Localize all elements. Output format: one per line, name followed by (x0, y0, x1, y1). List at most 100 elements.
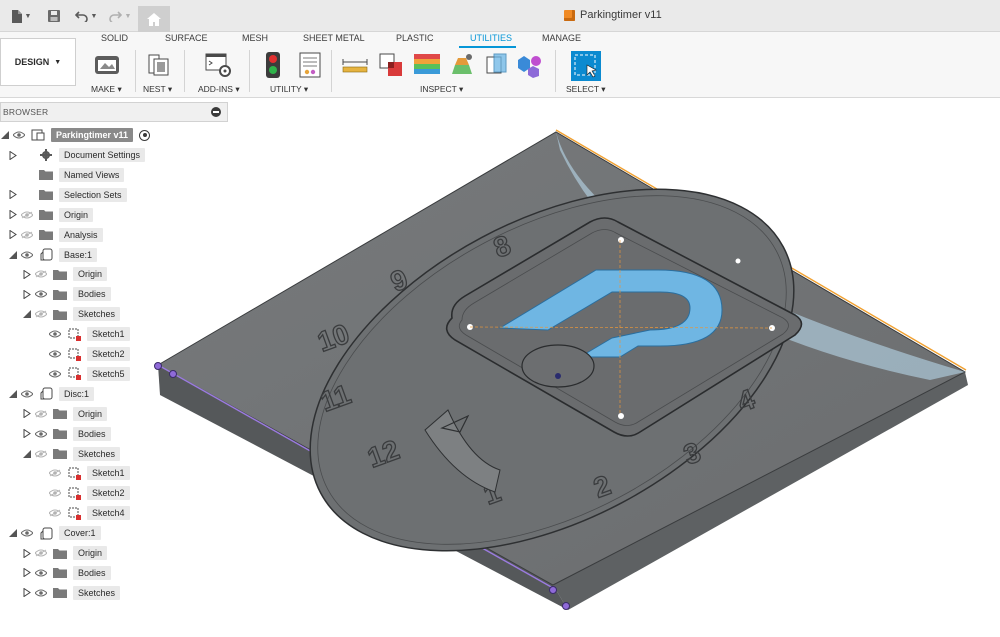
make-3d-print-button[interactable] (92, 50, 122, 80)
tab-solid[interactable]: SOLID (101, 33, 128, 43)
draft-analysis-button[interactable] (447, 50, 477, 80)
nest-group-label[interactable]: NEST ▾ (143, 84, 172, 95)
sketch-point[interactable] (735, 258, 741, 264)
tree-expanded-icon[interactable] (8, 246, 18, 264)
browser-tree-item[interactable]: Origin (22, 265, 108, 283)
browser-tree-item[interactable]: Bodies (22, 564, 111, 582)
visibility-hidden-eye-icon[interactable] (34, 409, 48, 419)
tree-expanded-icon[interactable] (22, 305, 32, 323)
tree-collapsed-icon[interactable] (22, 285, 32, 303)
sketch-point[interactable] (618, 237, 624, 243)
tree-collapsed-icon[interactable] (8, 226, 18, 244)
tree-collapsed-icon[interactable] (8, 186, 18, 204)
visibility-hidden-eye-icon[interactable] (34, 548, 48, 558)
curvature-comb-button[interactable] (412, 50, 442, 80)
browser-tree-item[interactable]: Selection Sets (8, 186, 127, 204)
scripts-addins-button[interactable] (203, 50, 233, 80)
visibility-hidden-eye-icon[interactable] (34, 309, 48, 319)
tree-expanded-icon[interactable] (8, 524, 18, 542)
tree-collapsed-icon[interactable] (22, 564, 32, 582)
nest-button[interactable] (144, 50, 174, 80)
section-analysis-button[interactable] (482, 50, 512, 80)
tree-collapsed-icon[interactable] (22, 544, 32, 562)
tree-collapsed-icon[interactable] (22, 265, 32, 283)
undo-button[interactable]: ▼ (72, 0, 100, 32)
corner-vertex[interactable] (549, 586, 557, 594)
visibility-eye-icon[interactable] (34, 429, 48, 439)
browser-tree-item[interactable]: Cover:1 (8, 524, 101, 542)
home-tab[interactable] (138, 6, 170, 32)
browser-tree-item[interactable]: Sketch2 (36, 484, 130, 502)
3d-viewport[interactable]: 8 9 10 11 12 1 2 3 4 5 6 7 P (150, 122, 1000, 637)
visibility-eye-icon[interactable] (20, 389, 34, 399)
measure-button[interactable] (340, 50, 370, 80)
active-component-radio-icon[interactable] (139, 129, 151, 141)
visibility-eye-icon[interactable] (34, 568, 48, 578)
browser-root-row[interactable]: Parkingtimer v11 (0, 126, 151, 144)
component-color-button[interactable] (517, 50, 547, 80)
compute-all-button[interactable] (258, 50, 288, 80)
browser-tree-item[interactable]: Sketch5 (36, 365, 130, 383)
tab-plastic[interactable]: PLASTIC (396, 33, 434, 43)
corner-vertex[interactable] (562, 602, 570, 610)
redo-button[interactable]: ▼ (106, 0, 134, 32)
browser-tree-item[interactable]: Sketches (22, 305, 121, 323)
corner-vertex[interactable] (154, 362, 162, 370)
tree-expanded-icon[interactable] (8, 385, 18, 403)
corner-vertex[interactable] (169, 370, 177, 378)
browser-tree-item[interactable]: Origin (8, 206, 94, 224)
tree-collapsed-icon[interactable] (8, 146, 18, 164)
tree-expanded-icon[interactable] (0, 126, 10, 144)
parameters-button[interactable] (295, 50, 325, 80)
file-menu-button[interactable]: ▼ (6, 0, 36, 32)
tab-surface[interactable]: SURFACE (165, 33, 208, 43)
visibility-hidden-eye-icon[interactable] (48, 488, 62, 498)
select-button[interactable] (570, 50, 602, 82)
visibility-eye-icon[interactable] (48, 369, 62, 379)
visibility-hidden-eye-icon[interactable] (20, 230, 34, 240)
workspace-switcher[interactable]: DESIGN ▼ (0, 38, 76, 86)
browser-tree-item[interactable]: Analysis (8, 226, 103, 244)
tab-mesh[interactable]: MESH (242, 33, 268, 43)
inspect-group-label[interactable]: INSPECT ▾ (420, 84, 463, 95)
browser-tree-item[interactable]: Bodies (22, 285, 111, 303)
tree-collapsed-icon[interactable] (22, 425, 32, 443)
browser-tree-item[interactable]: Sketches (22, 445, 121, 463)
select-group-label[interactable]: SELECT ▾ (566, 84, 606, 95)
tab-sheet-metal[interactable]: SHEET METAL (303, 33, 365, 43)
browser-tree-item[interactable]: Document Settings (8, 146, 146, 164)
visibility-eye-icon[interactable] (34, 588, 48, 598)
visibility-eye-icon[interactable] (20, 528, 34, 538)
tree-collapsed-icon[interactable] (8, 206, 18, 224)
utility-group-label[interactable]: UTILITY ▾ (270, 84, 308, 95)
tab-manage[interactable]: MANAGE (542, 33, 581, 43)
browser-tree-item[interactable]: Bodies (22, 425, 111, 443)
visibility-hidden-eye-icon[interactable] (20, 210, 34, 220)
browser-tree-item[interactable]: Sketch4 (36, 504, 130, 522)
tree-expanded-icon[interactable] (22, 445, 32, 463)
visibility-eye-icon[interactable] (48, 329, 62, 339)
visibility-hidden-eye-icon[interactable] (48, 508, 62, 518)
sketch-point[interactable] (618, 413, 624, 419)
tree-collapsed-icon[interactable] (22, 584, 32, 602)
browser-tree-item[interactable]: Sketch1 (36, 464, 130, 482)
visibility-eye-icon[interactable] (48, 349, 62, 359)
save-button[interactable] (44, 0, 64, 32)
visibility-hidden-eye-icon[interactable] (34, 449, 48, 459)
visibility-eye-icon[interactable] (34, 289, 48, 299)
visibility-hidden-eye-icon[interactable] (48, 468, 62, 478)
browser-tree-item[interactable]: Origin (22, 405, 108, 423)
visibility-eye-icon[interactable] (12, 130, 26, 140)
browser-tree-item[interactable]: Origin (22, 544, 108, 562)
addins-group-label[interactable]: ADD-INS ▾ (198, 84, 240, 95)
make-group-label[interactable]: MAKE ▾ (91, 84, 122, 95)
browser-tree-item[interactable]: Sketch2 (36, 345, 130, 363)
tab-utilities[interactable]: UTILITIES (470, 33, 512, 43)
browser-tree-item[interactable]: Sketch1 (36, 325, 130, 343)
browser-tree-item[interactable]: Base:1 (8, 246, 98, 264)
browser-tree-item[interactable]: Named Views (8, 166, 125, 184)
visibility-eye-icon[interactable] (20, 250, 34, 260)
visibility-hidden-eye-icon[interactable] (34, 269, 48, 279)
browser-tree-item[interactable]: Sketches (22, 584, 121, 602)
collapse-browser-button[interactable] (211, 107, 221, 117)
